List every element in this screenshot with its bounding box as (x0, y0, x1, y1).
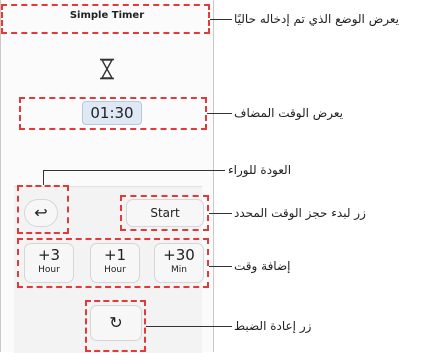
reset-highlight (85, 300, 146, 352)
add-time-highlight (17, 238, 209, 288)
reset-annotation: زر إعادة الضبط (234, 319, 312, 333)
back-highlight (17, 185, 69, 234)
add-time-annotation: إضافة وقت (234, 259, 291, 273)
reset-leader (146, 326, 232, 327)
mode-annotation: يعرض الوضع الذي تم إدخاله حاليًا (234, 12, 399, 26)
add-time-leader (209, 266, 232, 267)
back-annotation: العودة للوراء (228, 163, 292, 177)
back-leader (43, 170, 225, 171)
back-leader-drop (43, 170, 44, 185)
mode-highlight (1, 4, 210, 34)
hourglass-icon (100, 58, 114, 80)
start-highlight (120, 195, 209, 231)
start-leader (209, 213, 232, 214)
start-annotation: زر لبدء حجز الوقت المحدد (234, 206, 366, 220)
added-time-highlight (19, 97, 207, 130)
mode-leader (210, 19, 232, 20)
added-time-leader (207, 113, 232, 114)
added-time-annotation: يعرض الوقت المضاف (234, 106, 344, 120)
